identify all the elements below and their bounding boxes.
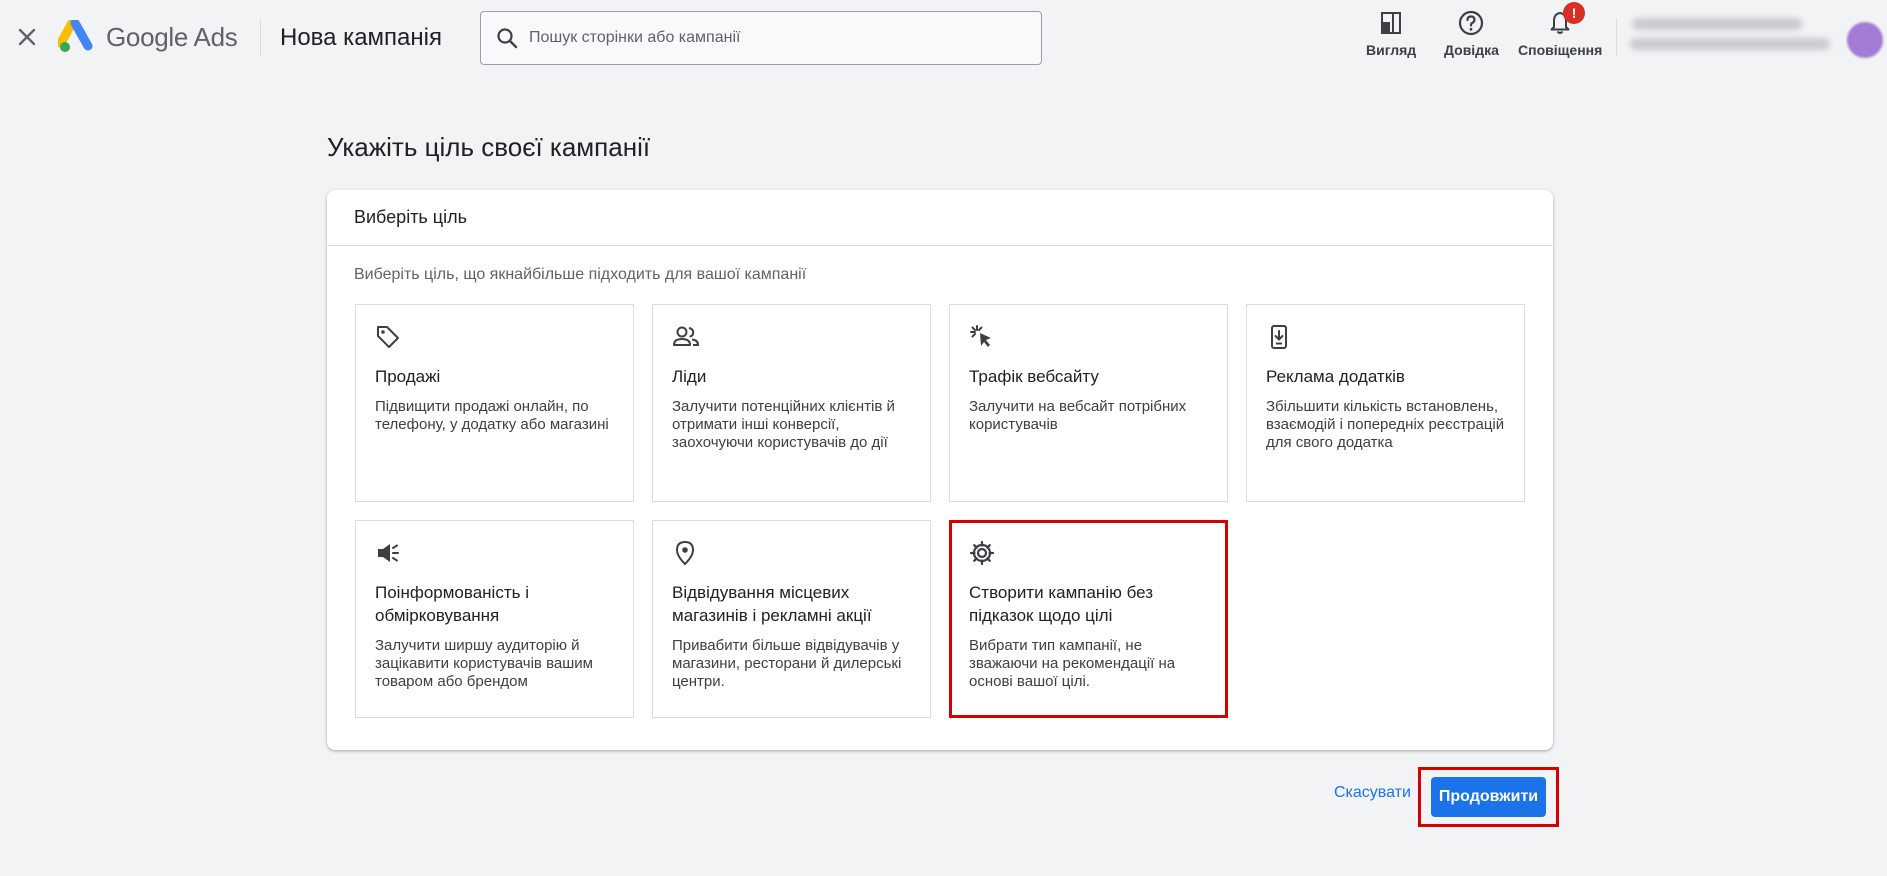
goal-title: Поінформованість і обмірковування (375, 583, 529, 625)
help-label: Довідка (1444, 42, 1499, 58)
account-info[interactable] (1630, 18, 1836, 50)
goal-description: Збільшити кількість встановлень, взаємод… (1266, 398, 1505, 451)
goal-title: Відвідування місцевих магазинів і реклам… (672, 583, 872, 625)
brand-product: Ads (193, 22, 238, 52)
goal-description: Вибрати тип кампанії, не зважаючи на рек… (969, 637, 1176, 690)
cancel-button[interactable]: Скасувати (1334, 784, 1411, 802)
goal-card-sales[interactable]: Продажі Підвищити продажі онлайн, по тел… (355, 304, 634, 502)
close-icon (18, 28, 36, 46)
notifications-button[interactable]: ! Сповіщення (1518, 2, 1603, 58)
header-divider-right (1616, 18, 1617, 56)
goal-title: Трафік вебсайту (969, 367, 1099, 386)
account-email-blurred (1630, 38, 1830, 50)
card-title: Виберіть ціль (327, 190, 1553, 246)
google-ads-logo-icon (58, 20, 93, 52)
location-pin-icon (672, 539, 700, 567)
page-title: Нова кампанія (280, 24, 442, 51)
goal-card-awareness[interactable]: Поінформованість і обмірковування Залучи… (355, 520, 634, 718)
continue-highlight: Продовжити (1418, 767, 1559, 827)
goal-title: Продажі (375, 367, 441, 386)
appearance-icon (1376, 8, 1406, 38)
goal-description: Привабити більше відвідувачів у магазини… (672, 637, 902, 690)
goal-description: Залучити на вебсайт потрібних користувач… (969, 398, 1187, 433)
brand-google: Google (106, 22, 189, 52)
goal-description: Підвищити продажі онлайн, по телефону, у… (375, 398, 609, 433)
account-name-blurred (1632, 18, 1802, 30)
goal-card-leads[interactable]: Ліди Залучити потенційних клієнтів й отр… (652, 304, 931, 502)
top-bar: Google Ads Нова кампанія Вигляд (0, 0, 1887, 76)
tag-icon (375, 323, 403, 351)
goal-title: Реклама додатків (1266, 367, 1405, 386)
main-heading: Укажіть ціль своєї кампанії (327, 132, 651, 162)
cursor-click-icon (969, 323, 997, 351)
megaphone-icon (375, 539, 403, 567)
goal-title: Ліди (672, 367, 707, 386)
continue-button[interactable]: Продовжити (1431, 777, 1546, 817)
help-button[interactable]: Довідка (1444, 8, 1499, 58)
goal-title: Створити кампанію без підказок щодо цілі (969, 583, 1153, 625)
goal-card-local-visits[interactable]: Відвідування місцевих магазинів і реклам… (652, 520, 931, 718)
goal-card-no-goal[interactable]: Створити кампанію без підказок щодо цілі… (949, 520, 1228, 718)
card-subtitle: Виберіть ціль, що якнайбільше підходить … (354, 266, 807, 283)
search-box[interactable] (480, 11, 1042, 65)
appearance-label: Вигляд (1366, 42, 1417, 58)
notifications-label: Сповіщення (1518, 42, 1603, 58)
avatar[interactable] (1847, 22, 1883, 58)
bell-icon: ! (1545, 2, 1586, 38)
goal-selection-card: Виберіть ціль Виберіть ціль, що якнайбіл… (327, 190, 1553, 750)
goal-card-website-traffic[interactable]: Трафік вебсайту Залучити на вебсайт потр… (949, 304, 1228, 502)
header-divider (260, 18, 261, 56)
phone-download-icon (1266, 323, 1294, 351)
notification-badge: ! (1563, 2, 1586, 24)
goal-description: Залучити потенційних клієнтів й отримати… (672, 398, 895, 451)
people-icon (672, 323, 700, 351)
goal-card-app-promotion[interactable]: Реклама додатків Збільшити кількість вст… (1246, 304, 1525, 502)
gear-icon (969, 539, 997, 567)
close-button[interactable] (12, 22, 42, 52)
search-input[interactable] (529, 29, 1009, 47)
search-icon (495, 26, 519, 50)
goal-description: Залучити ширшу аудиторію й зацікавити ко… (375, 637, 593, 690)
help-icon (1456, 8, 1486, 38)
brand-name[interactable]: Google Ads (106, 22, 238, 53)
appearance-button[interactable]: Вигляд (1366, 8, 1416, 58)
